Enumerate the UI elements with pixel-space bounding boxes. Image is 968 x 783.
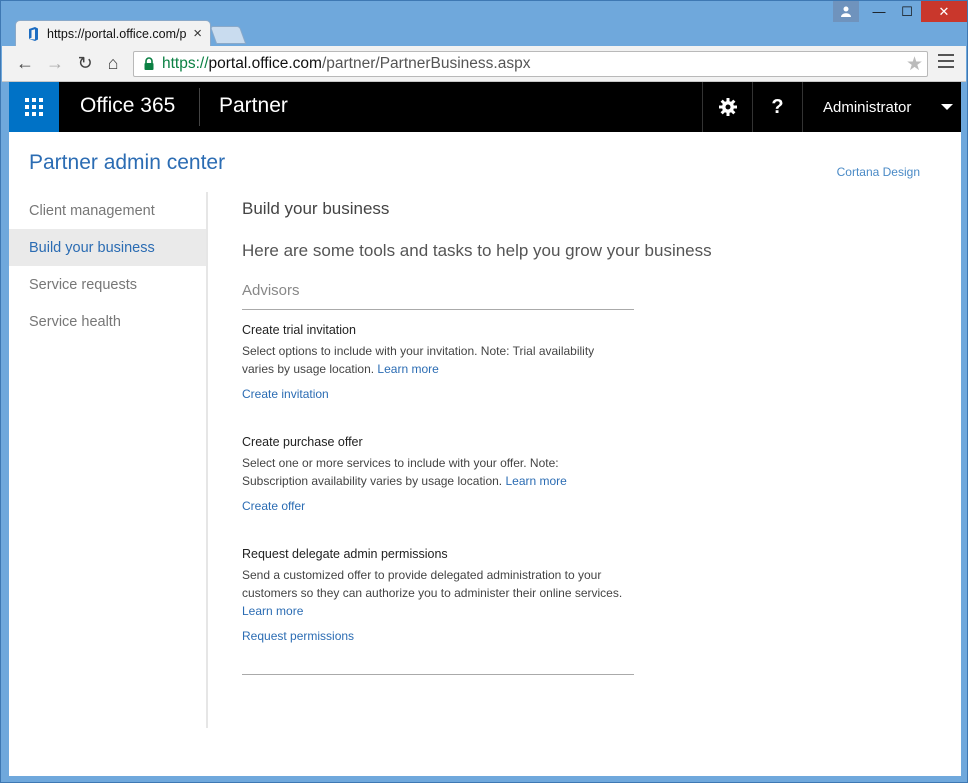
minimize-button[interactable]: — [865,1,893,22]
divider [242,309,634,310]
home-icon[interactable]: ⌂ [102,52,124,74]
nav-item-build-your-business[interactable]: Build your business [9,229,206,266]
divider [242,674,634,675]
address-bar[interactable]: https://portal.office.com/partner/Partne… [133,51,928,77]
window-controls: — ☐ ✕ [833,1,967,23]
page-content: Office 365 Partner ? Administrator Partn… [9,82,961,776]
user-menu[interactable]: Administrator [802,82,961,132]
back-icon[interactable]: ← [14,52,36,74]
user-profile-icon[interactable] [833,1,859,22]
card-description: Select options to include with your invi… [242,342,622,378]
app-name: Partner [219,94,288,117]
chevron-down-icon [941,104,953,110]
header-divider [199,88,200,126]
tab-strip: https://portal.office.com/p × — ☐ ✕ [1,1,967,46]
browser-tab[interactable]: https://portal.office.com/p × [15,20,211,46]
forward-icon[interactable]: → [44,52,66,74]
url-path: /partner/PartnerBusiness.aspx [321,55,531,72]
card-description: Send a customized offer to provide deleg… [242,566,634,620]
learn-more-link[interactable]: Learn more [505,474,566,488]
url-scheme: https:// [162,55,209,72]
bookmark-star-icon[interactable]: ★ [906,53,923,76]
card-description-text: Send a customized offer to provide deleg… [242,568,623,600]
card-title: Create purchase offer [242,435,363,449]
learn-more-link[interactable]: Learn more [242,604,303,618]
request-permissions-link[interactable]: Request permissions [242,629,354,643]
create-offer-link[interactable]: Create offer [242,499,305,513]
close-window-button[interactable]: ✕ [921,1,967,22]
office365-brand[interactable]: Office 365 [80,94,175,118]
browser-menu-icon[interactable] [938,54,954,72]
learn-more-link[interactable]: Learn more [377,362,438,376]
app-launcher-icon[interactable] [9,82,59,132]
section-tagline: Here are some tools and tasks to help yo… [242,241,712,260]
advisor-card-purchase-offer: Create purchase offer Select one or more… [242,435,642,515]
settings-gear-icon[interactable] [702,82,752,132]
left-navigation: Client management Build your business Se… [9,192,208,728]
page-title: Partner admin center [29,151,226,174]
advisor-card-trial-invitation: Create trial invitation Select options t… [242,323,642,403]
new-tab-button[interactable] [209,26,247,44]
browser-toolbar: ← → ↻ ⌂ https://portal.office.com/partne… [2,46,966,82]
nav-item-service-requests[interactable]: Service requests [9,266,206,303]
create-invitation-link[interactable]: Create invitation [242,387,329,401]
url-host: portal.office.com [208,55,322,72]
company-link[interactable]: Cortana Design [837,165,920,179]
tab-title: https://portal.office.com/p [47,26,187,41]
office365-header: Office 365 Partner ? Administrator [9,82,961,132]
url-text: https://portal.office.com/partner/Partne… [162,55,530,73]
browser-window: https://portal.office.com/p × — ☐ ✕ ← → … [0,0,968,783]
office-favicon-icon [29,26,38,41]
help-icon[interactable]: ? [752,82,802,132]
advisors-heading: Advisors [242,282,300,299]
card-title: Create trial invitation [242,323,356,337]
reload-icon[interactable]: ↻ [74,52,96,74]
maximize-button[interactable]: ☐ [893,1,921,22]
advisor-card-delegate-admin: Request delegate admin permissions Send … [242,547,642,645]
tab-close-icon[interactable]: × [193,25,202,42]
card-description: Select one or more services to include w… [242,454,582,490]
section-title: Build your business [242,199,390,218]
lock-icon [144,57,154,70]
user-name: Administrator [823,98,912,116]
nav-item-service-health[interactable]: Service health [9,303,206,340]
card-title: Request delegate admin permissions [242,547,448,561]
nav-item-client-management[interactable]: Client management [9,192,206,229]
